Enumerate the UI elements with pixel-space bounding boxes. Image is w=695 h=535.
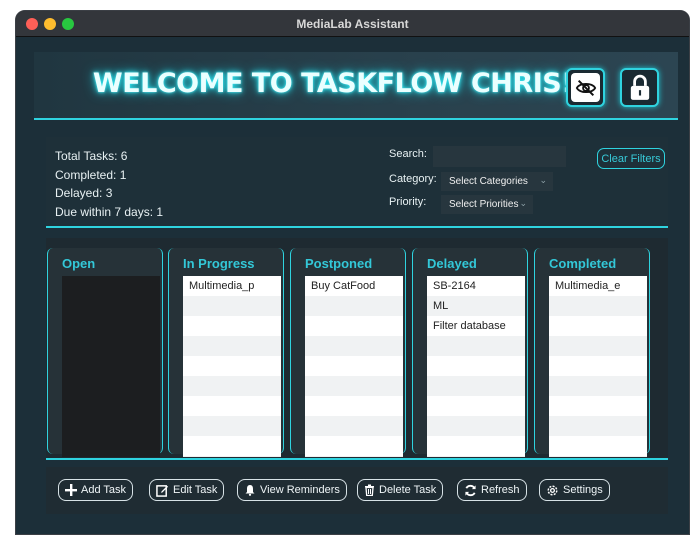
- column-title: In Progress: [183, 256, 255, 271]
- view-reminders-button[interactable]: View Reminders: [237, 479, 347, 501]
- column-completed: Completed Multimedia_e: [534, 248, 650, 457]
- task-list-completed[interactable]: Multimedia_e: [549, 276, 647, 457]
- header-banner: WELCOME TO TASKFLOW CHRIS!: [34, 52, 678, 120]
- list-item[interactable]: SB-2164: [427, 276, 525, 296]
- view-reminders-label: View Reminders: [260, 484, 340, 496]
- title-bar: MediaLab Assistant: [16, 11, 689, 37]
- edit-icon: [156, 484, 169, 497]
- add-task-button[interactable]: Add Task: [58, 479, 134, 501]
- lock-icon: [625, 73, 654, 102]
- app-window: MediaLab Assistant WELCOME TO TASKFLOW C…: [15, 10, 690, 535]
- edit-task-button[interactable]: Edit Task: [149, 479, 225, 501]
- list-item[interactable]: Buy CatFood: [305, 276, 403, 296]
- due-soon-stat: Due within 7 days: 1: [55, 204, 164, 219]
- list-item[interactable]: Multimedia_p: [183, 276, 281, 296]
- column-title: Delayed: [427, 256, 477, 271]
- toggle-visibility-button[interactable]: [566, 68, 605, 107]
- window-title: MediaLab Assistant: [296, 16, 409, 31]
- welcome-title: WELCOME TO TASKFLOW CHRIS!: [92, 68, 574, 99]
- column-delayed: Delayed SB-2164 ML Filter database: [412, 248, 528, 457]
- chevron-down-icon: ⌄: [519, 198, 527, 208]
- stats-filter-panel: Total Tasks: 6 Completed: 1 Delayed: 3 D…: [46, 137, 668, 228]
- chevron-down-icon: ⌄: [539, 175, 547, 185]
- column-open: Open: [47, 248, 163, 457]
- column-in-progress: In Progress Multimedia_p: [168, 248, 284, 457]
- task-list-delayed[interactable]: SB-2164 ML Filter database: [427, 276, 525, 457]
- delete-task-button[interactable]: Delete Task: [357, 479, 444, 501]
- refresh-icon: [464, 484, 477, 497]
- task-stats: Total Tasks: 6 Completed: 1 Delayed: 3 D…: [55, 147, 163, 221]
- column-title: Open: [62, 256, 96, 271]
- maximize-window-button[interactable]: [62, 18, 74, 30]
- delete-task-label: Delete Task: [379, 484, 437, 496]
- refresh-button[interactable]: Refresh: [457, 479, 527, 501]
- refresh-label: Refresh: [481, 484, 520, 496]
- gear-icon: [546, 484, 559, 497]
- window-controls: [26, 18, 74, 30]
- task-list-postponed[interactable]: Buy CatFood: [305, 276, 403, 457]
- edit-task-label: Edit Task: [173, 484, 218, 496]
- list-item[interactable]: ML: [427, 296, 525, 316]
- category-select-value: Select Categories: [449, 176, 528, 187]
- close-window-button[interactable]: [26, 18, 38, 30]
- priority-select-value: Select Priorities: [449, 199, 519, 210]
- clear-filters-button[interactable]: Clear Filters: [597, 148, 665, 169]
- column-postponed: Postponed Buy CatFood: [290, 248, 406, 457]
- search-input[interactable]: [433, 146, 566, 167]
- eye-slash-icon: [571, 73, 600, 102]
- bell-icon: [244, 484, 256, 496]
- minimize-window-button[interactable]: [44, 18, 56, 30]
- app-content: WELCOME TO TASKFLOW CHRIS! Total Tasks: …: [16, 37, 689, 534]
- category-label: Category:: [389, 173, 437, 185]
- trash-icon: [364, 484, 375, 496]
- search-label: Search:: [389, 148, 427, 160]
- settings-button[interactable]: Settings: [539, 479, 610, 501]
- task-list-in-progress[interactable]: Multimedia_p: [183, 276, 281, 457]
- priority-label: Priority:: [389, 196, 427, 208]
- task-list-open[interactable]: [62, 276, 160, 457]
- column-title: Postponed: [305, 256, 373, 271]
- settings-label: Settings: [563, 484, 603, 496]
- add-task-label: Add Task: [81, 484, 127, 496]
- list-item[interactable]: Filter database: [427, 316, 525, 336]
- task-board: Open In Progress Multimedia_p Postponed …: [46, 238, 668, 460]
- total-tasks-stat: Total Tasks: 6: [55, 149, 128, 163]
- lock-button[interactable]: [620, 68, 659, 107]
- category-select[interactable]: Select Categories ⌄: [441, 172, 553, 191]
- list-item[interactable]: Multimedia_e: [549, 276, 647, 296]
- priority-select[interactable]: Select Priorities ⌄: [441, 195, 533, 214]
- delayed-stat: Delayed: 3: [55, 186, 113, 200]
- column-title: Completed: [549, 256, 617, 271]
- completed-stat: Completed: 1: [55, 167, 127, 182]
- action-bar: Add Task Edit Task View Reminders Delete…: [46, 467, 668, 514]
- plus-icon: [65, 484, 77, 496]
